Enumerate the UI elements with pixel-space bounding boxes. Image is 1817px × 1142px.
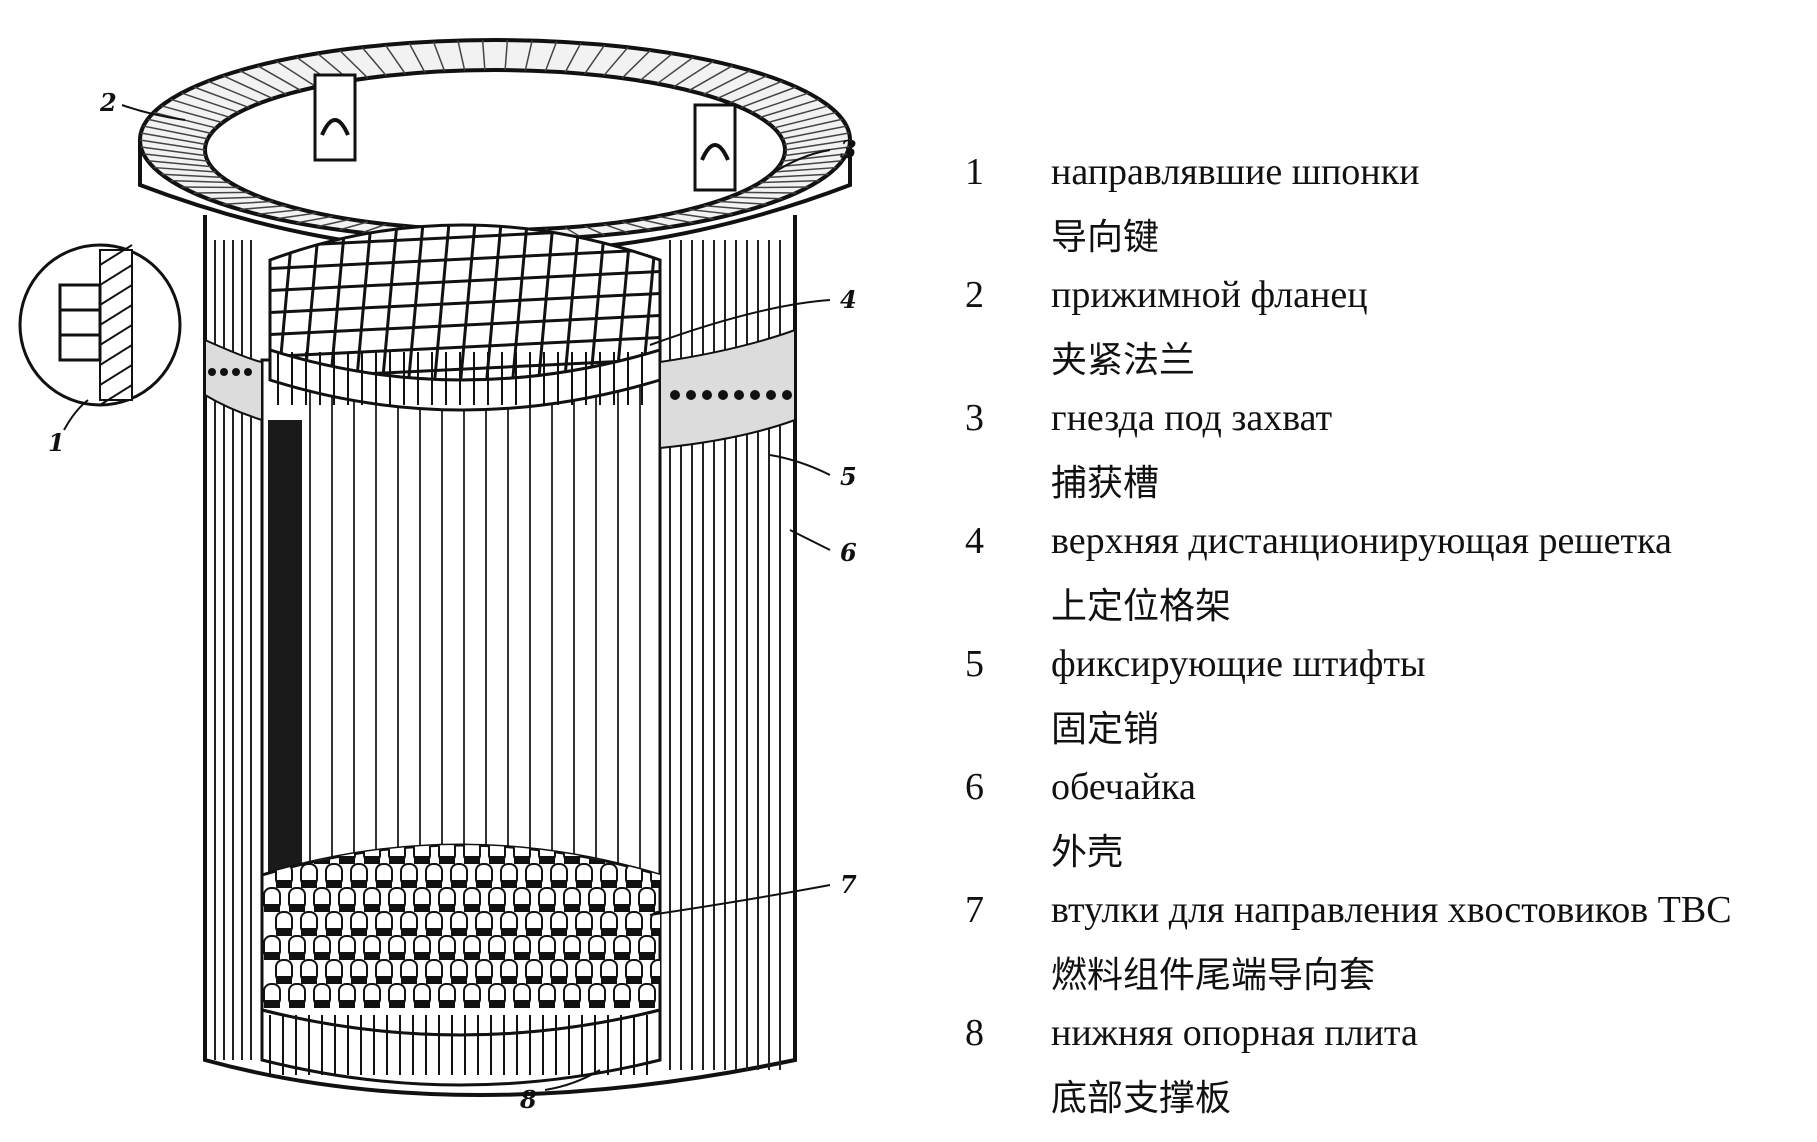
reactor-basket-figure: 1 2 3 4 5 6 7 8 1 направлявшие шпонки 导向… [0,0,1817,1142]
legend-number: 4 [965,520,984,562]
legend-item-1: 1 направлявшие шпонки 导向键 [965,150,1805,273]
reactor-basket-drawing [18,38,852,1097]
legend-item-7: 7 втулки для направления хвостовиков ТВС… [965,888,1805,1011]
legend-label-ru: втулки для направления хвостовиков ТВС [1051,889,1732,931]
legend-label-zh: 燃料组件尾端导向套 [1051,955,1376,996]
legend-number: 2 [965,274,984,316]
legend-item-5: 5 фиксирующие штифты 固定销 [965,642,1805,765]
legend-number: 7 [965,889,984,931]
legend-label-zh: 固定销 [1051,709,1160,750]
legend-label-ru: гнезда под захват [1051,397,1333,439]
legend-item-4: 4 верхняя дистанционирующая решетка 上定位格… [965,519,1805,642]
callout-8: 8 [520,1085,537,1114]
callout-5: 5 [840,462,857,491]
legend: 1 направлявшие шпонки 导向键 2 прижимной фл… [965,150,1805,1134]
legend-label-ru: нижняя опорная плита [1051,1012,1418,1054]
callout-1: 1 [48,428,65,457]
callout-6: 6 [840,538,857,567]
bottom-sleeves [260,843,662,1037]
callout-7: 7 [840,870,857,899]
legend-item-8: 8 нижняя опорная плита 底部支撑板 [965,1011,1805,1134]
legend-label-ru: прижимной фланец [1051,274,1368,316]
legend-label-ru: обечайка [1051,766,1196,808]
legend-label-ru: верхняя дистанционирующая решетка [1051,520,1672,562]
legend-label-zh: 外壳 [1051,832,1124,873]
legend-label-zh: 夹紧法兰 [1051,340,1196,381]
callout-2: 2 [100,88,117,117]
legend-number: 8 [965,1012,984,1054]
legend-item-2: 2 прижимной фланец 夹紧法兰 [965,273,1805,396]
legend-label-ru: фиксирующие штифты [1051,643,1426,685]
legend-label-zh: 导向键 [1051,217,1160,258]
legend-label-zh: 上定位格架 [1051,586,1232,627]
legend-number: 5 [965,643,984,685]
legend-item-3: 3 гнезда под захват 捕获槽 [965,396,1805,519]
legend-label-zh: 捕获槽 [1051,463,1160,504]
callout-4: 4 [840,285,857,314]
legend-number: 1 [965,151,984,193]
legend-item-6: 6 обечайка 外壳 [965,765,1805,888]
legend-number: 3 [965,397,984,439]
callout-3: 3 [840,135,857,164]
legend-label-ru: направлявшие шпонки [1051,151,1420,193]
legend-label-zh: 底部支撑板 [1051,1078,1232,1119]
detail-circle [18,243,182,407]
flange [138,38,852,255]
legend-number: 6 [965,766,984,808]
